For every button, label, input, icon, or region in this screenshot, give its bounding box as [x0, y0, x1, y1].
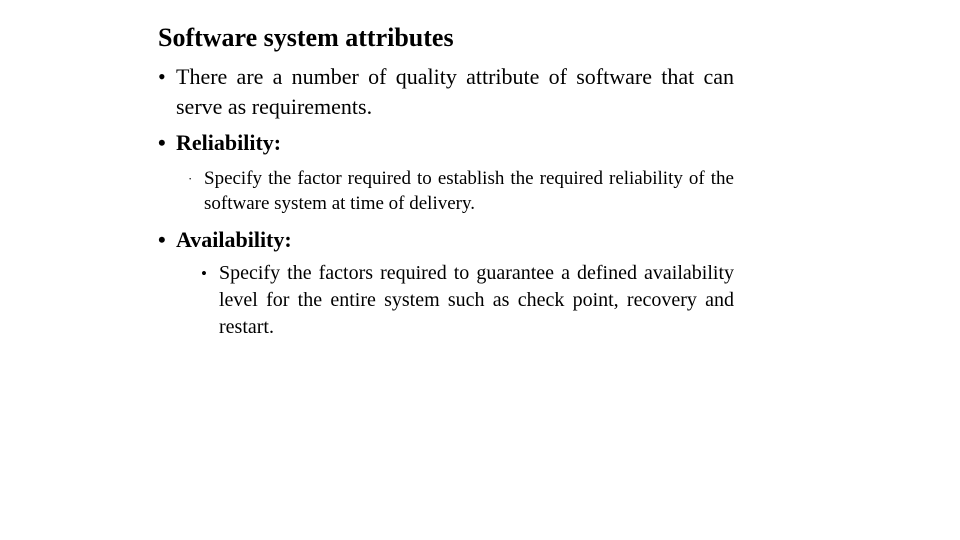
page-title: Software system attributes [158, 23, 454, 52]
slide-canvas: Software system attributes • There are a… [0, 0, 960, 540]
bullet-dot-icon: • [158, 227, 166, 252]
sub-bullet-text-reliability-detail: Specify the factor required to establish… [204, 168, 734, 214]
sub-bullet-item-reliability-detail: · Specify the factor required to establi… [188, 166, 734, 216]
bullet-item-availability: • Availability: [158, 225, 734, 255]
bullet-dot-icon: • [158, 130, 166, 155]
bullet-text-availability: Availability: [176, 227, 292, 252]
bullet-text-intro: There are a number of quality attribute … [176, 64, 734, 119]
sub-bullet-dot-icon: • [201, 264, 207, 283]
bullet-item-reliability: • Reliability: [158, 128, 734, 158]
bullet-item-intro: • There are a number of quality attribut… [158, 62, 734, 122]
slide-body: • There are a number of quality attribut… [158, 62, 734, 341]
bullet-text-reliability: Reliability: [176, 130, 282, 155]
sub-bullet-dot-icon: · [188, 171, 193, 186]
sub-bullet-item-availability-detail: • Specify the factors required to guaran… [201, 260, 734, 341]
bullet-dot-icon: • [158, 64, 166, 89]
sub-bullet-text-availability-detail: Specify the factors required to guarante… [219, 262, 734, 338]
